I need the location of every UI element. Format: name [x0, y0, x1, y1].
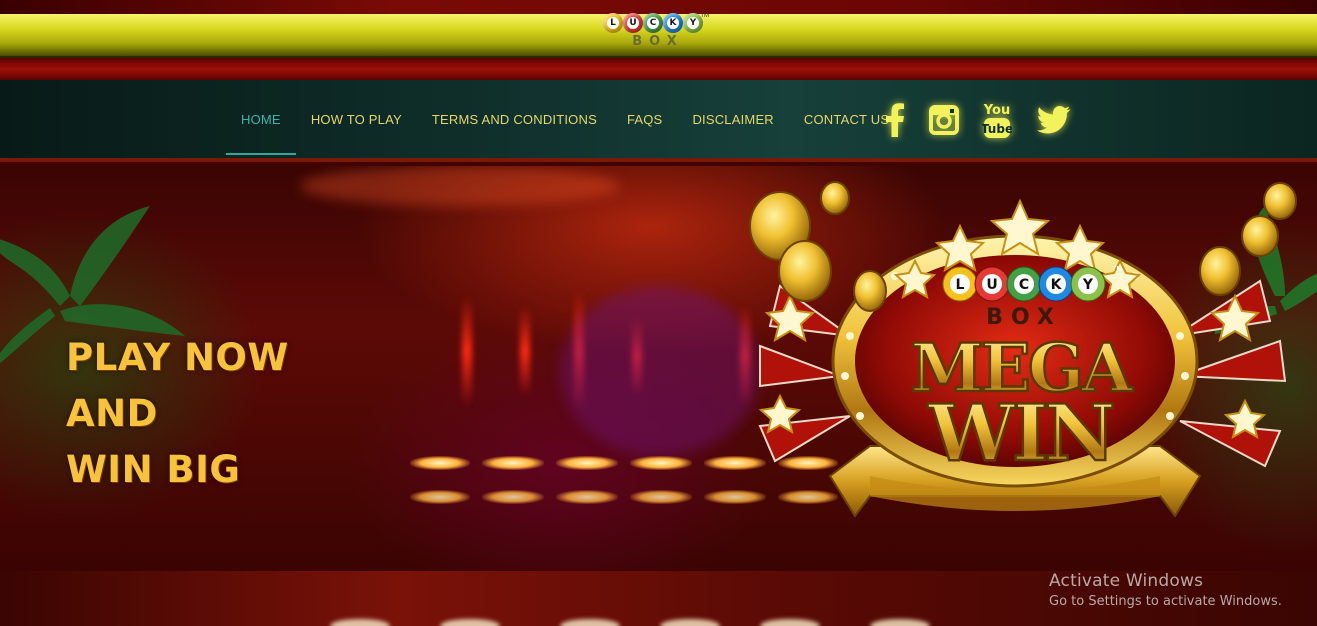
nav-item-how-to-play[interactable]: HOW TO PLAY [296, 83, 417, 155]
logo-letter: C [647, 17, 659, 29]
site-logo[interactable]: LUCKY BOX TM [603, 13, 709, 61]
badge-headline-win: WIN [927, 388, 1113, 479]
slot-light [482, 490, 544, 504]
slot-light [410, 490, 470, 504]
hero-line-1: PLAY NOW [66, 336, 289, 379]
logo-letter: K [667, 17, 679, 29]
nav-item-terms-and-conditions[interactable]: TERMS AND CONDITIONS [417, 83, 612, 155]
facebook-icon[interactable] [884, 102, 906, 138]
section-glow [870, 619, 930, 626]
hero-neon-bar [520, 306, 530, 396]
main-navigation: HOME HOW TO PLAY TERMS AND CONDITIONS FA… [0, 80, 1317, 162]
header-red-band [0, 58, 1317, 80]
slot-light [630, 490, 692, 504]
badge-trademark: TM [1111, 265, 1122, 273]
hero-line-2: AND [66, 392, 158, 435]
hero-headline: PLAY NOW AND WIN BIG [66, 330, 289, 498]
nav-item-home[interactable]: HOME [226, 83, 296, 155]
instagram-icon[interactable] [928, 102, 960, 138]
logo-letter-ball: C [643, 13, 663, 33]
badge-letter-5: Y [1082, 277, 1094, 293]
section-glow [560, 619, 620, 626]
youtube-icon-text-bottom: Tube [982, 122, 1012, 136]
hero-line-3: WIN BIG [66, 448, 241, 491]
badge-letter-3: C [1019, 277, 1029, 293]
slot-light [630, 456, 692, 470]
activate-windows-title: Activate Windows [1049, 571, 1204, 591]
logo-letter-ball: U [623, 13, 643, 33]
slot-light [410, 456, 470, 470]
logo-letter-ball: K [663, 13, 683, 33]
nav-item-faqs[interactable]: FAQS [612, 83, 677, 155]
logo-box-text: BOX [632, 34, 684, 49]
logo-letter: L [607, 17, 619, 29]
hero-neon-glow [300, 166, 620, 206]
logo-letter: Y [687, 17, 699, 29]
section-glow [440, 619, 500, 626]
youtube-icon[interactable]: You Tube [981, 100, 1013, 140]
badge-box-text: BOX [986, 305, 1062, 330]
page: LUCKY BOX TM HOME HOW TO PLAY TERMS AND … [0, 0, 1317, 626]
twitter-icon[interactable] [1035, 102, 1073, 138]
section-glow [330, 619, 390, 626]
badge-letter-2: U [986, 277, 997, 293]
top-strip [0, 0, 1317, 14]
logo-trademark: TM [700, 13, 709, 19]
section-glow [660, 619, 720, 626]
slot-light [482, 456, 544, 470]
activate-windows-subtitle: Go to Settings to activate Windows. [1049, 594, 1282, 609]
nav-item-disclaimer[interactable]: DISCLAIMER [677, 83, 788, 155]
badge-letter-4: K [1051, 277, 1063, 293]
badge-letter-1: L [956, 277, 965, 293]
mega-win-badge: L U C K Y TM BOX MEGA WIN [749, 181, 1297, 518]
logo-letter: U [627, 17, 639, 29]
slot-light [556, 456, 618, 470]
section-glow [760, 619, 820, 626]
hero-neon-bar [462, 296, 472, 406]
youtube-icon-text-top: You [983, 103, 1010, 118]
slot-light [556, 490, 618, 504]
logo-letter-ball: L [603, 13, 623, 33]
logo-balls: LUCKY [603, 13, 707, 33]
activate-windows-watermark: Activate Windows Go to Settings to activ… [1049, 571, 1282, 609]
